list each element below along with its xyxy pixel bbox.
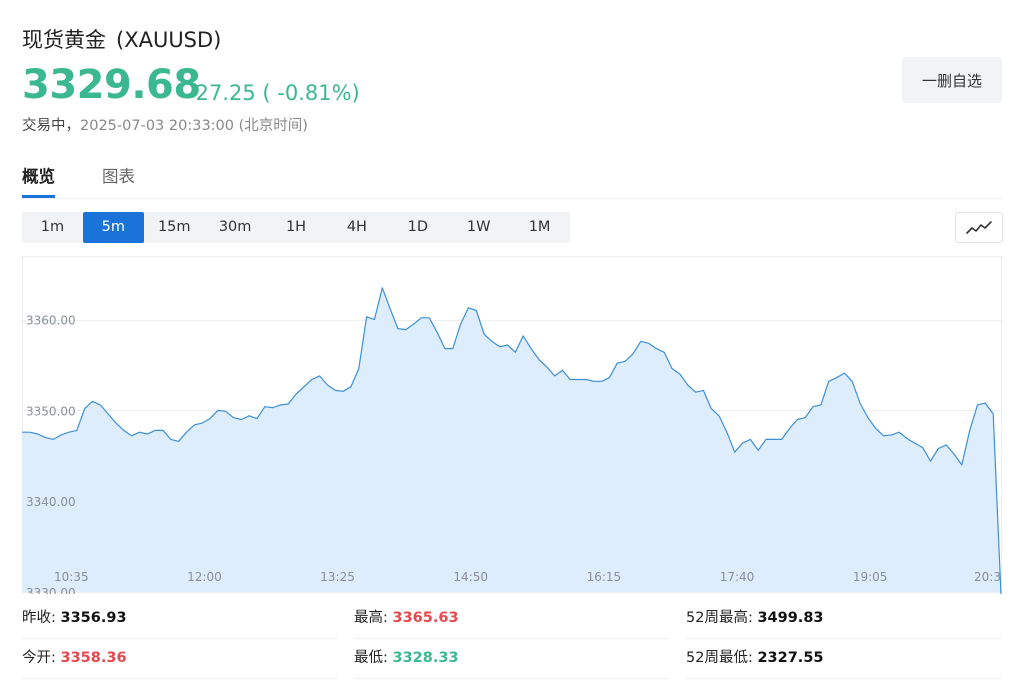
tab-bar: 概览 图表 [22,160,1002,199]
instrument-title: 现货黄金 (XAUUSD) [22,24,221,54]
interval-30m[interactable]: 30m [205,212,266,243]
y-tick-label: 3350.00 [26,404,76,418]
current-price: 3329.68 [22,62,201,108]
x-tick-label: 10:35 [54,570,89,584]
chart-type-button[interactable] [955,212,1003,243]
stat-value: 3499.83 [757,610,824,626]
stat-label: 昨收: [22,610,56,626]
x-tick-label: 14:50 [453,570,488,584]
stat-value: 3365.63 [392,610,459,626]
x-tick-label: 19:05 [853,570,888,584]
stat-prev-close: 昨收: 3356.93 [22,598,337,639]
stat-high: 最高: 3365.63 [354,598,669,639]
x-tick-label: 16:15 [587,570,622,584]
stat-label: 52周最低: [686,650,753,666]
stat-52w-high: 52周最高: 3499.83 [686,598,1001,639]
interval-selector: 1m 5m 15m 30m 1H 4H 1D 1W 1M [22,212,570,243]
x-tick-label: 17:40 [720,570,755,584]
price-area [22,287,1001,594]
interval-5m[interactable]: 5m [82,212,144,243]
status-label: 交易中， [22,118,80,134]
stat-value: 3328.33 [392,650,459,666]
tab-chart[interactable]: 图表 [102,163,135,187]
stat-value: 2327.55 [757,650,824,666]
stat-low: 最低: 3328.33 [354,638,669,679]
instrument-symbol: (XAUUSD) [116,28,222,52]
interval-15m[interactable]: 15m [144,212,205,243]
interval-1m[interactable]: 1m [22,212,83,243]
interval-1h[interactable]: 1H [266,212,327,243]
stat-value: 3358.36 [60,650,127,666]
instrument-name: 现货黄金 [22,28,106,52]
x-tick-label: 13:25 [320,570,355,584]
x-tick-label: 12:00 [187,570,222,584]
y-tick-label: 3360.00 [26,314,76,328]
timestamp: 2025-07-03 20:33:00 [80,118,234,134]
interval-1mo[interactable]: 1M [509,212,570,243]
line-chart-icon [966,220,992,234]
interval-1d[interactable]: 1D [387,212,448,243]
price-chart: 3330.00 3340.00 3350.00 3360.00 10:35 12:00 1… [22,256,1002,594]
x-tick-label: 20:3 [974,570,1001,584]
y-tick-label: 3330.00 [26,586,76,594]
interval-4h[interactable]: 4H [326,212,387,243]
stat-label: 52周最高: [686,610,753,626]
stat-label: 最低: [354,650,388,666]
interval-1w[interactable]: 1W [448,212,509,243]
remove-watchlist-button[interactable]: 一删自选 [902,57,1002,103]
y-tick-label: 3340.00 [26,495,76,509]
timezone-label: (北京时间) [238,118,308,134]
stat-value: 3356.93 [60,610,127,626]
stat-label: 今开: [22,650,56,666]
stat-label: 最高: [354,610,388,626]
trading-status: 交易中，2025-07-03 20:33:00 (北京时间) [22,114,308,135]
stat-52w-low: 52周最低: 2327.55 [686,638,1001,679]
stat-open: 今开: 3358.36 [22,638,337,679]
price-change: -27.25 ( -0.81%) [188,81,360,105]
tab-overview[interactable]: 概览 [22,163,55,198]
